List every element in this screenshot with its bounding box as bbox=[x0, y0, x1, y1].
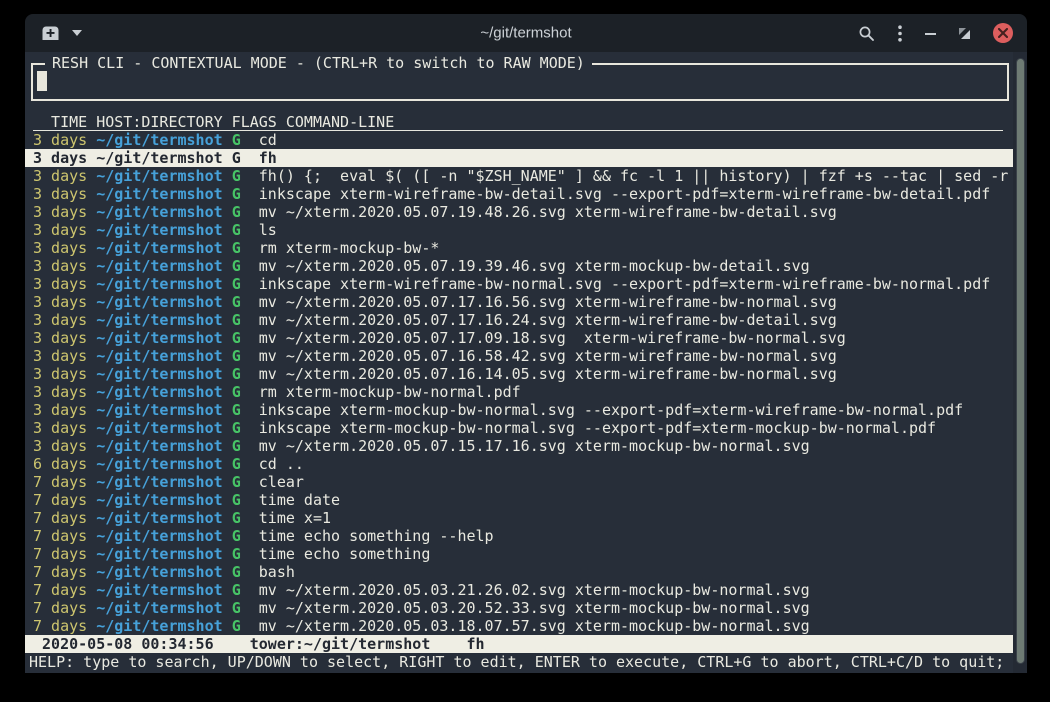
history-row[interactable]: 3 days ~/git/termshot G cd bbox=[25, 131, 1013, 149]
history-row[interactable]: 3 days ~/git/termshot G inkscape xterm-m… bbox=[25, 401, 1013, 419]
history-row[interactable]: 3 days ~/git/termshot G mv ~/xterm.2020.… bbox=[25, 311, 1013, 329]
search-icon bbox=[858, 25, 875, 42]
history-row[interactable]: 7 days ~/git/termshot G bash bbox=[25, 563, 1013, 581]
history-row[interactable]: 3 days ~/git/termshot G mv ~/xterm.2020.… bbox=[25, 347, 1013, 365]
history-row[interactable]: 3 days ~/git/termshot G inkscape xterm-w… bbox=[25, 185, 1013, 203]
history-row[interactable]: 7 days ~/git/termshot G clear bbox=[25, 473, 1013, 491]
minimize-icon bbox=[925, 27, 936, 39]
titlebar[interactable]: ~/git/termshot bbox=[25, 14, 1027, 52]
history-row[interactable]: 7 days ~/git/termshot G mv ~/xterm.2020.… bbox=[25, 599, 1013, 617]
history-row[interactable]: 3 days ~/git/termshot G mv ~/xterm.2020.… bbox=[25, 293, 1013, 311]
history-row[interactable]: 7 days ~/git/termshot G time echo someth… bbox=[25, 527, 1013, 545]
columns-header: TIME HOST:DIRECTORY FLAGS COMMAND-LINE bbox=[33, 113, 1003, 131]
resh-search-box: RESH CLI - CONTEXTUAL MODE - (CTRL+R to … bbox=[31, 63, 1009, 101]
search-button[interactable] bbox=[858, 25, 875, 42]
history-row[interactable]: 3 days ~/git/termshot G ls bbox=[25, 221, 1013, 239]
menu-button[interactable] bbox=[898, 25, 902, 42]
history-row[interactable]: 3 days ~/git/termshot G mv ~/xterm.2020.… bbox=[25, 203, 1013, 221]
kebab-menu-icon bbox=[898, 25, 902, 42]
history-row[interactable]: 3 days ~/git/termshot G rm xterm-mockup-… bbox=[25, 239, 1013, 257]
history-row[interactable]: 3 days ~/git/termshot G mv ~/xterm.2020.… bbox=[25, 329, 1013, 347]
tab-dropdown-button[interactable] bbox=[72, 30, 82, 36]
history-row[interactable]: 7 days ~/git/termshot G time echo someth… bbox=[25, 545, 1013, 563]
history-row[interactable]: 3 days ~/git/termshot G mv ~/xterm.2020.… bbox=[25, 257, 1013, 275]
history-row[interactable]: 3 days ~/git/termshot G inkscape xterm-w… bbox=[25, 275, 1013, 293]
restore-icon bbox=[959, 28, 970, 39]
close-button[interactable] bbox=[993, 23, 1013, 43]
text-cursor bbox=[37, 71, 47, 91]
history-row[interactable]: 7 days ~/git/termshot G mv ~/xterm.2020.… bbox=[25, 581, 1013, 599]
minimize-button[interactable] bbox=[925, 27, 936, 39]
history-row[interactable]: 3 days ~/git/termshot G mv ~/xterm.2020.… bbox=[25, 437, 1013, 455]
window-title: ~/git/termshot bbox=[480, 25, 571, 42]
resh-mode-legend: RESH CLI - CONTEXTUAL MODE - (CTRL+R to … bbox=[45, 54, 592, 72]
help-line: HELP: type to search, UP/DOWN to select,… bbox=[25, 653, 1013, 671]
close-icon bbox=[998, 28, 1008, 38]
history-row[interactable]: 3 days ~/git/termshot G inkscape xterm-m… bbox=[25, 419, 1013, 437]
history-row[interactable]: 3 days ~/git/termshot G rm xterm-mockup-… bbox=[25, 383, 1013, 401]
history-row[interactable]: 3 days ~/git/termshot G mv ~/xterm.2020.… bbox=[25, 365, 1013, 383]
new-tab-icon bbox=[41, 25, 60, 41]
history-row[interactable]: 7 days ~/git/termshot G time x=1 bbox=[25, 509, 1013, 527]
new-tab-button[interactable] bbox=[41, 25, 60, 41]
history-row[interactable]: 6 days ~/git/termshot G cd .. bbox=[25, 455, 1013, 473]
history-row[interactable]: 3 days ~/git/termshot G fh() {; eval $( … bbox=[25, 167, 1013, 185]
history-row[interactable]: 7 days ~/git/termshot G mv ~/xterm.2020.… bbox=[25, 617, 1013, 635]
history-row[interactable]: 7 days ~/git/termshot G time date bbox=[25, 491, 1013, 509]
restore-button[interactable] bbox=[959, 28, 970, 39]
history-row-selected[interactable]: 3 days ~/git/termshot G fh bbox=[25, 149, 1013, 167]
status-bar: 2020-05-08 00:34:56 tower:~/git/termshot… bbox=[25, 635, 1013, 653]
terminal-window: ~/git/termshot bbox=[25, 14, 1027, 673]
chevron-down-icon bbox=[72, 30, 82, 36]
history-rows: 3 days ~/git/termshot G cd3 days ~/git/t… bbox=[25, 131, 1013, 635]
scrollbar-thumb[interactable] bbox=[1016, 58, 1025, 664]
terminal-screen[interactable]: RESH CLI - CONTEXTUAL MODE - (CTRL+R to … bbox=[25, 52, 1027, 673]
scrollbar-track[interactable] bbox=[1013, 52, 1027, 673]
